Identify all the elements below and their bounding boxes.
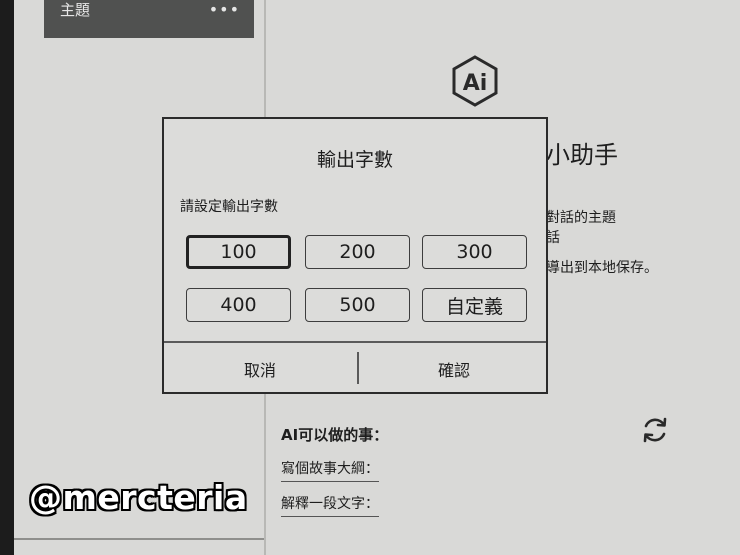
topic-header[interactable]: 主題 ••• xyxy=(44,0,254,38)
option-500-button[interactable]: 500 xyxy=(305,288,410,322)
assistant-title: 小助手 xyxy=(546,141,618,169)
option-400-button[interactable]: 400 xyxy=(186,288,291,322)
option-200-button[interactable]: 200 xyxy=(305,235,410,269)
topic-label: 主題 xyxy=(60,1,91,19)
cancel-button[interactable]: 取消 xyxy=(164,343,356,394)
ai-task-story-outline[interactable]: 寫個故事大綱： xyxy=(281,458,379,482)
dialog-subtitle: 請設定輸出字數 xyxy=(180,199,278,215)
assistant-desc-line: 對話的主題 xyxy=(546,210,616,226)
option-300-button[interactable]: 300 xyxy=(422,235,527,269)
ai-assistant-logo-icon: Ai xyxy=(452,55,498,107)
assistant-desc-line: 導出到本地保存。 xyxy=(546,260,658,276)
ai-tasks-heading: AI可以做的事： xyxy=(281,426,389,444)
option-custom-button[interactable]: 自定義 xyxy=(422,288,527,322)
confirm-button[interactable]: 確認 xyxy=(358,343,550,394)
sidebar-bottom-divider xyxy=(14,538,264,540)
more-options-icon[interactable]: ••• xyxy=(209,0,240,20)
assistant-desc-line: 話 xyxy=(546,230,560,246)
output-length-dialog: 輸出字數 請設定輸出字數 100 200 300 400 500 自定義 取消 … xyxy=(162,117,548,394)
ai-logo-text: Ai xyxy=(463,71,488,96)
option-100-button[interactable]: 100 xyxy=(186,235,291,269)
ai-task-explain-text[interactable]: 解釋一段文字： xyxy=(281,493,379,517)
refresh-icon[interactable] xyxy=(639,414,671,446)
watermark-text: @mercteria xyxy=(29,478,248,517)
dialog-title: 輸出字數 xyxy=(316,149,393,171)
